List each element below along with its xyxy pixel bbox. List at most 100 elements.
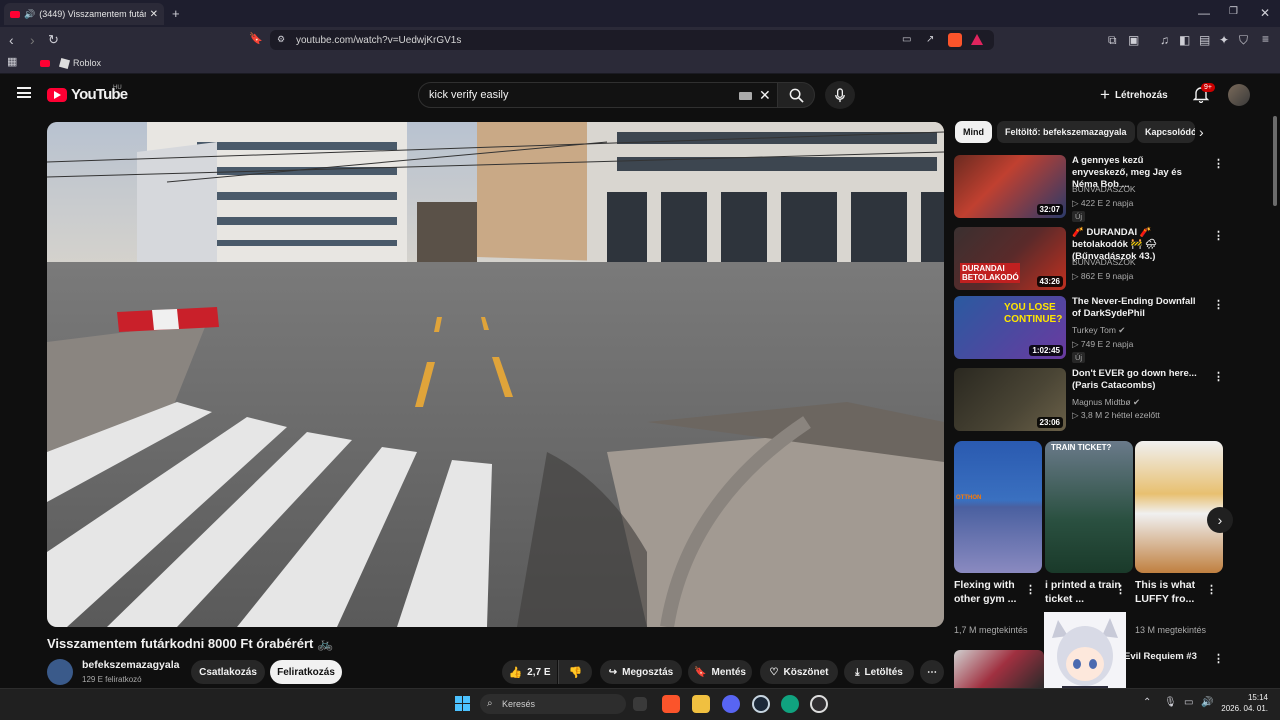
account-avatar[interactable]	[1228, 84, 1250, 106]
brave-rewards-icon[interactable]	[971, 34, 983, 45]
like-button[interactable]: 👍 2,7 E	[502, 660, 557, 684]
clear-search-icon[interactable]: ✕	[759, 87, 771, 104]
steam-icon[interactable]	[752, 695, 770, 713]
short-thumbnail[interactable]: OTTHON	[954, 441, 1042, 573]
apps-grid-icon[interactable]: ▦	[7, 57, 17, 68]
create-button[interactable]: + Létrehozás	[1100, 82, 1180, 108]
obs-icon[interactable]	[810, 695, 828, 713]
video-thumbnail[interactable]: 23:06	[954, 368, 1066, 431]
ai-icon[interactable]: ✦	[1219, 34, 1229, 46]
share-button[interactable]: ↪ Megosztás	[600, 660, 682, 684]
network-icon[interactable]: ▭	[1184, 698, 1193, 708]
bookmark-page-icon[interactable]: 🔖	[249, 34, 263, 45]
more-options-icon[interactable]: ⋮	[1213, 157, 1224, 170]
channel-name[interactable]: befekszemazagyala	[82, 659, 179, 671]
channel-name[interactable]: BŰNVADÁSZOK	[1072, 257, 1136, 267]
windows-start-icon[interactable]	[455, 696, 470, 711]
thanks-button[interactable]: ♡ Köszönet	[760, 660, 838, 684]
brave-shield-icon[interactable]	[948, 33, 962, 47]
youtube-bookmark-icon[interactable]	[40, 60, 50, 67]
menu-icon[interactable]: ≡	[1262, 33, 1269, 45]
shorts-next-button[interactable]: ›	[1207, 507, 1233, 533]
more-options-icon[interactable]: ⋮	[1213, 298, 1224, 311]
short-title[interactable]: Flexing with other gym ...	[954, 578, 1034, 606]
screenshot-icon[interactable]: ▣	[1128, 34, 1139, 46]
video-player[interactable]	[47, 122, 944, 627]
brave-browser-icon[interactable]	[662, 695, 680, 713]
sidebar-icon[interactable]: ◧	[1179, 34, 1190, 46]
channel-name[interactable]: Magnus Midtbø ✔	[1072, 397, 1140, 408]
hamburger-menu-icon[interactable]	[17, 87, 31, 98]
task-view-icon[interactable]	[633, 697, 647, 711]
search-input[interactable]: kick verify easily ✕	[418, 82, 778, 108]
video-title[interactable]: The Never-Ending Downfall of DarkSydePhi…	[1072, 296, 1200, 320]
video-title-partial[interactable]: Evil Requiem #3	[1124, 651, 1197, 662]
cast-icon[interactable]: ▭	[902, 35, 911, 45]
more-actions-button[interactable]: ⋯	[920, 660, 944, 684]
microphone-tray-icon[interactable]: 🎙	[1164, 698, 1177, 708]
discord-icon[interactable]	[722, 695, 740, 713]
recommendation-card[interactable]: 23:06 Don't EVER go down here... (Paris …	[954, 368, 1224, 434]
recommendation-thumbnail-partial[interactable]	[954, 650, 1044, 688]
chatgpt-icon[interactable]	[781, 695, 799, 713]
keyboard-icon[interactable]	[739, 92, 752, 100]
taskbar-search[interactable]: ⌕ Keresés	[480, 694, 626, 714]
scrollbar-thumb[interactable]	[1273, 116, 1277, 206]
close-tab-icon[interactable]: ✕	[150, 9, 158, 20]
new-tab-button[interactable]: +	[172, 7, 180, 20]
minimize-button[interactable]: —	[1198, 7, 1210, 19]
save-button[interactable]: 🔖 Mentés	[688, 660, 752, 684]
share-page-icon[interactable]: ↗	[926, 35, 934, 45]
music-icon[interactable]: ♫	[1160, 34, 1169, 46]
reload-icon[interactable]: ↻	[48, 33, 59, 46]
chip-all[interactable]: Mind	[955, 121, 992, 143]
thanks-label: Köszönet	[783, 666, 829, 678]
subscribe-button[interactable]: Feliratkozás	[270, 660, 342, 684]
dislike-button[interactable]: 👎	[558, 660, 592, 684]
recommendation-card[interactable]: YOU LOSE CONTINUE? 1:02:45 The Never-End…	[954, 296, 1224, 363]
browser-tab[interactable]: 🔊 (3449) Visszamentem futárko ✕	[4, 3, 164, 25]
tray-overflow-icon[interactable]: ⌃	[1143, 698, 1151, 708]
chip-related[interactable]: Kapcsolódó	[1137, 121, 1195, 143]
site-settings-icon[interactable]: ⚙	[277, 35, 285, 44]
video-thumbnail[interactable]: DURANDAI BETOLAKODÓ 43:26	[954, 227, 1066, 290]
more-options-icon[interactable]: ⋮	[1213, 652, 1224, 665]
video-thumbnail[interactable]: 32:07	[954, 155, 1066, 218]
close-window-button[interactable]: ✕	[1260, 7, 1270, 19]
more-options-icon[interactable]: ⋮	[1115, 583, 1126, 596]
more-options-icon[interactable]: ⋮	[1206, 583, 1217, 596]
bookmark-roblox[interactable]: Roblox	[58, 57, 101, 69]
video-title[interactable]: Don't EVER go down here... (Paris Cataco…	[1072, 368, 1200, 392]
short-title[interactable]: This is what LUFFY fro...	[1135, 578, 1215, 606]
forward-icon[interactable]: ›	[30, 33, 35, 47]
short-thumbnail[interactable]: TRAIN TICKET?	[1045, 441, 1133, 573]
more-options-icon[interactable]: ⋮	[1213, 370, 1224, 383]
file-explorer-icon[interactable]	[692, 695, 710, 713]
browser-tab-bar	[0, 0, 1280, 27]
join-button[interactable]: Csatlakozás	[191, 660, 265, 684]
chips-next-icon[interactable]: ›	[1199, 124, 1204, 140]
search-button[interactable]	[777, 82, 815, 108]
wallet-icon[interactable]: ▤	[1199, 34, 1210, 46]
more-options-icon[interactable]: ⋮	[1213, 229, 1224, 242]
channel-avatar[interactable]	[47, 659, 73, 685]
vpn-icon[interactable]: ⛉	[1239, 34, 1248, 46]
recommendation-card[interactable]: DURANDAI BETOLAKODÓ 43:26 🧨 DURANDAI 🧨 b…	[954, 227, 1224, 293]
recommendation-card[interactable]: 32:07 A gennyes kezű enyveskező, meg Jay…	[954, 155, 1224, 222]
channel-name[interactable]: Turkey Tom ✔	[1072, 325, 1125, 336]
short-thumbnail[interactable]	[1135, 441, 1223, 573]
download-button[interactable]: ⤓ Letöltés	[844, 660, 914, 684]
more-options-icon[interactable]: ⋮	[1025, 583, 1036, 596]
chip-uploader[interactable]: Feltöltő: befekszemazagyala	[997, 121, 1135, 143]
address-bar[interactable]: youtube.com/watch?v=UedwjKrGV1s	[270, 30, 994, 50]
volume-icon[interactable]: 🔊	[1201, 698, 1213, 708]
taskbar-clock[interactable]: 15:14 2026. 04. 01.	[1218, 692, 1268, 714]
video-thumbnail[interactable]: YOU LOSE CONTINUE? 1:02:45	[954, 296, 1066, 359]
extensions-icon[interactable]: ⧉	[1108, 34, 1117, 46]
notifications-button[interactable]: 9+	[1192, 83, 1215, 104]
maximize-button[interactable]: ❐	[1229, 7, 1238, 17]
voice-search-button[interactable]	[825, 81, 855, 109]
channel-name[interactable]: BŰNVADÁSZOK	[1072, 184, 1136, 194]
short-title[interactable]: i printed a train ticket ...	[1045, 578, 1125, 606]
back-icon[interactable]: ‹	[9, 33, 14, 47]
